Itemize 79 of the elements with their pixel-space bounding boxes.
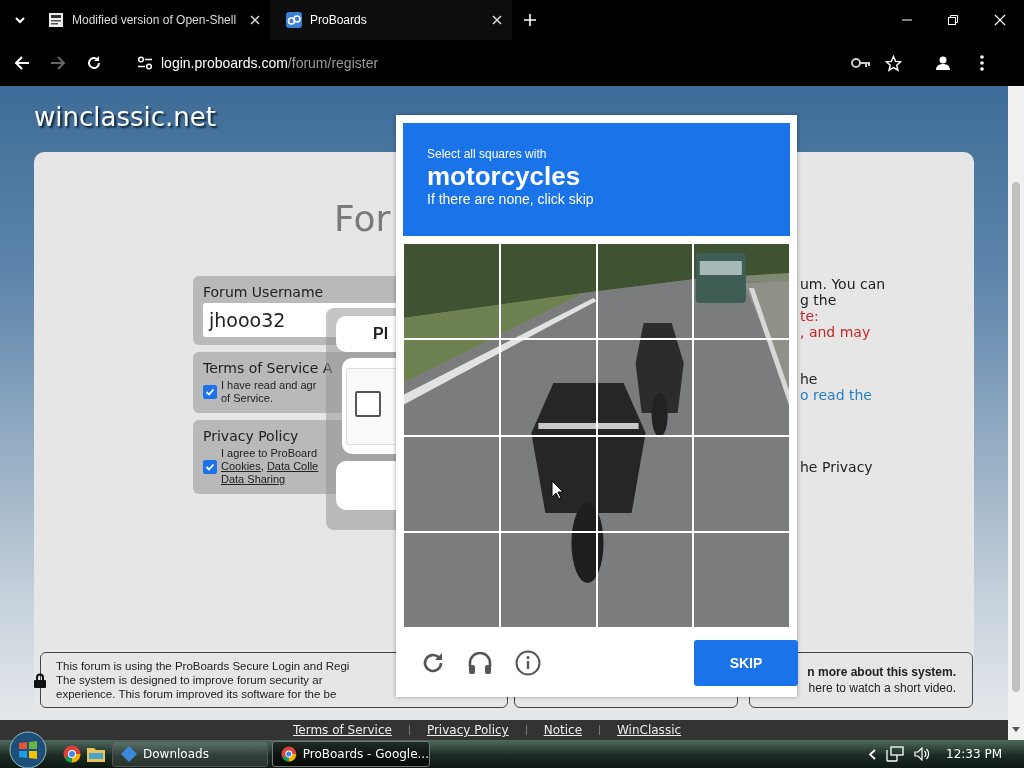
image-tile[interactable] xyxy=(596,339,694,436)
check-icon xyxy=(205,387,215,397)
document-icon xyxy=(48,12,64,28)
scrollbar[interactable] xyxy=(1008,86,1024,740)
field-label: Forum Username xyxy=(203,284,325,300)
profile-icon[interactable] xyxy=(936,56,950,70)
close-icon[interactable] xyxy=(492,15,502,25)
menu-icon[interactable] xyxy=(980,55,984,71)
captcha-target: motorcycles xyxy=(427,161,582,191)
site-settings-icon[interactable] xyxy=(137,56,153,70)
section-label: Terms of Service A xyxy=(203,360,334,376)
info-text: he Privacy xyxy=(800,459,874,475)
chrome-icon xyxy=(281,746,297,762)
restore-icon[interactable] xyxy=(948,15,958,25)
taskbar-button[interactable]: Downloads xyxy=(112,741,268,767)
image-tile[interactable] xyxy=(499,435,597,532)
check-icon xyxy=(205,461,215,472)
policy-link[interactable]: Cookies xyxy=(221,460,261,472)
consent-text: I agree to ProBoard Cookies, Data Colle Data Sharing xyxy=(221,447,319,486)
cursor-icon xyxy=(551,480,564,500)
scroll-down-icon[interactable] xyxy=(1012,727,1020,732)
image-tile[interactable] xyxy=(693,243,790,340)
image-tile[interactable] xyxy=(403,243,500,340)
page-title: For xyxy=(334,198,391,239)
network-icon[interactable] xyxy=(886,746,904,762)
key-icon[interactable] xyxy=(851,57,871,69)
scrollbar-thumb[interactable] xyxy=(1012,182,1020,692)
reload-icon[interactable] xyxy=(86,55,102,71)
image-tile[interactable] xyxy=(596,531,694,628)
consent-text: I have read and agr of Service. xyxy=(221,379,317,405)
footer-link[interactable]: WinClassic xyxy=(617,723,682,737)
image-tile[interactable] xyxy=(403,339,500,436)
footer-link[interactable]: Privacy Policy xyxy=(426,723,509,737)
checkbox[interactable] xyxy=(203,385,217,399)
star-icon[interactable] xyxy=(885,54,902,72)
taskbar-button[interactable]: ProBoards - Google... xyxy=(272,741,430,767)
footer-link[interactable]: Notice xyxy=(543,723,582,737)
info-icon[interactable] xyxy=(515,649,541,676)
site-logo-text[interactable]: winclassic.net xyxy=(34,102,216,132)
browser-tab[interactable]: ProBoards xyxy=(270,0,512,40)
policy-link[interactable]: Data Colle xyxy=(266,460,319,472)
image-tile[interactable] xyxy=(403,435,500,532)
security-notice-text: This forum is using the ProBoards Secure Login and Regi The system is designed to improve forum security ar experience. This forum improved its software for the be xyxy=(56,659,350,701)
tab-title: Modified version of Open-Shell xyxy=(72,13,238,27)
lock-icon xyxy=(34,673,46,688)
policy-link[interactable]: Data Sharing xyxy=(221,473,286,485)
close-icon[interactable] xyxy=(250,15,260,25)
chevron-down-icon xyxy=(14,14,26,26)
image-tile[interactable] xyxy=(499,243,597,340)
image-tile[interactable] xyxy=(693,531,790,628)
start-button-icon[interactable] xyxy=(9,731,47,768)
section-label: Privacy Policy xyxy=(203,428,300,444)
chevron-left-icon[interactable] xyxy=(869,748,876,760)
image-tile[interactable] xyxy=(693,435,790,532)
image-tile[interactable] xyxy=(596,243,694,340)
diamond-icon xyxy=(121,746,137,762)
image-tile[interactable] xyxy=(499,339,597,436)
chrome-icon[interactable] xyxy=(63,745,81,763)
image-tile[interactable] xyxy=(693,339,790,436)
back-icon[interactable] xyxy=(14,55,30,71)
new-tab-icon[interactable] xyxy=(524,14,536,26)
image-tile[interactable] xyxy=(499,531,597,628)
tab-title: ProBoards xyxy=(310,13,368,27)
image-tile[interactable] xyxy=(403,531,500,628)
headphones-icon[interactable] xyxy=(467,650,493,675)
info-text: he o read the xyxy=(800,371,873,403)
clock[interactable]: 12:33 PM xyxy=(946,747,1002,761)
checkbox[interactable] xyxy=(203,459,217,474)
skip-button[interactable]: SKIP xyxy=(694,639,798,686)
captcha-checkbox[interactable] xyxy=(355,391,381,417)
video-promo-text: n more about this system. here to watch a short video. xyxy=(807,664,956,696)
volume-icon[interactable] xyxy=(914,747,930,761)
captcha-prompt: Select all squares with xyxy=(427,147,548,161)
info-text: um. You can g the te: , and may xyxy=(800,276,886,340)
image-tile[interactable] xyxy=(596,435,694,532)
folder-icon[interactable] xyxy=(87,746,105,762)
site-favicon-icon xyxy=(286,12,302,28)
captcha-hint: If there are none, click skip xyxy=(427,191,595,207)
footer-link[interactable]: Terms of Service xyxy=(293,723,392,737)
